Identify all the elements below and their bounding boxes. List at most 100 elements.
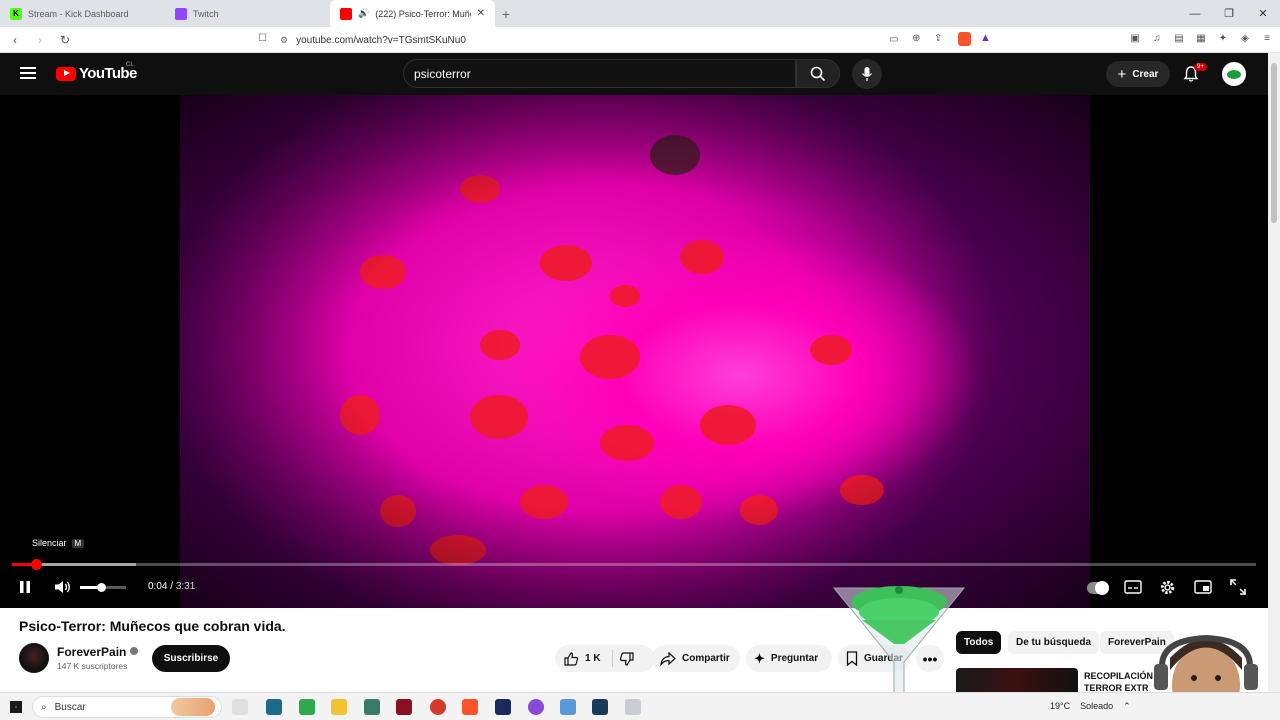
youtube-logo[interactable]: YouTube CL — [56, 62, 137, 82]
ask-button[interactable]: ✦ Preguntar — [746, 645, 832, 672]
fullscreen-button[interactable] — [1230, 577, 1246, 597]
tab-title: Twitch — [193, 8, 219, 19]
share-button[interactable]: Compartir — [652, 645, 740, 672]
windows-taskbar: ⌕ Buscar 19°C Soleado ⌃ — [0, 692, 1280, 720]
ask-label: Preguntar — [770, 653, 819, 664]
subtitles-button[interactable] — [1124, 577, 1142, 597]
tab-youtube-video[interactable]: 🔊 (222) Psico-Terror: Muñecos c ✕ — [330, 0, 495, 27]
volume-slider[interactable] — [96, 583, 106, 592]
youtube-header: YouTube CL psicoterror + Crear 9+ — [0, 53, 1268, 95]
url-text: youtube.com/watch?v=TGsmtSKuNu0 — [296, 34, 466, 46]
like-button[interactable]: 1 K — [555, 650, 613, 667]
minimize-icon[interactable]: — — [1178, 0, 1212, 27]
dislike-button[interactable] — [613, 651, 635, 667]
vpn-icon[interactable]: ◈ — [1238, 31, 1252, 45]
photoshop-icon[interactable] — [495, 699, 511, 715]
plus-icon: + — [1117, 65, 1127, 83]
back-icon[interactable]: ‹ — [5, 33, 25, 47]
scrollbar-thumb[interactable] — [1271, 63, 1277, 223]
bookmark-icon[interactable]: ☐ — [258, 33, 267, 44]
address-bar-row: ‹ › ↻ ☐ ⚙ youtube.com/watch?v=TGsmtSKuNu… — [0, 27, 1280, 53]
brave-rewards-icon[interactable]: ▲ — [980, 32, 991, 44]
taskbar-search[interactable]: ⌕ Buscar — [32, 696, 222, 718]
channel-name-row[interactable]: ForeverPain — [57, 645, 139, 659]
brave-shield-icon[interactable] — [958, 32, 971, 46]
brave-browser-icon[interactable] — [462, 699, 478, 715]
tab-title: Stream - Kick Dashboard — [28, 8, 129, 19]
search-button[interactable] — [796, 59, 840, 88]
obs-icon[interactable] — [528, 699, 544, 715]
menu-icon[interactable]: ≡ — [1260, 31, 1274, 45]
miniplayer-button[interactable] — [1194, 577, 1212, 597]
autoplay-toggle[interactable] — [1087, 581, 1109, 595]
tooltip-shortcut: M — [71, 538, 85, 548]
app-red-icon[interactable] — [396, 699, 412, 715]
windows-start-icon[interactable] — [10, 701, 22, 713]
mute-button[interactable] — [54, 577, 72, 597]
related-video-thumbnail[interactable] — [956, 668, 1078, 692]
app-gray-icon[interactable] — [625, 699, 641, 715]
app-blue-icon[interactable] — [560, 699, 576, 715]
close-window-icon[interactable]: ✕ — [1246, 0, 1280, 27]
chip-from-search[interactable]: De tu búsqueda — [1008, 631, 1100, 654]
duration: 3:31 — [175, 581, 196, 592]
subscribe-button[interactable]: Suscribirse — [152, 645, 230, 672]
app-v-icon[interactable] — [266, 699, 282, 715]
search-icon: ⌕ — [41, 701, 47, 713]
steam-icon[interactable] — [592, 699, 608, 715]
search-input[interactable]: psicoterror — [403, 59, 796, 88]
url-field[interactable]: ⚙ youtube.com/watch?v=TGsmtSKuNu0 — [280, 30, 1010, 50]
music-icon[interactable]: ♫ — [1150, 31, 1164, 45]
like-dislike-group: 1 K — [555, 645, 655, 672]
restore-icon[interactable]: ❐ — [1212, 0, 1246, 27]
video-frame — [180, 95, 1090, 608]
site-settings-icon[interactable]: ⚙ — [280, 35, 288, 46]
forward-icon[interactable]: › — [30, 33, 50, 47]
progress-bar[interactable] — [12, 559, 1256, 570]
share-label: Compartir — [682, 653, 730, 664]
weather-widget[interactable]: 19°C Soleado ⌃ — [1050, 701, 1131, 712]
new-tab-button[interactable]: + — [495, 0, 517, 27]
tab-twitch[interactable]: Twitch — [165, 0, 330, 27]
wallet-icon[interactable]: ▦ — [1194, 31, 1208, 45]
app-circle-icon[interactable] — [430, 699, 446, 715]
channel-avatar[interactable] — [19, 643, 49, 673]
search-highlight-icon — [171, 698, 215, 716]
reload-icon[interactable]: ↻ — [55, 33, 75, 47]
video-player[interactable]: Silenciar M 0:04 / 3:31 — [0, 95, 1268, 608]
task-view-icon[interactable] — [232, 699, 248, 715]
fullscreen-icon — [1230, 579, 1246, 595]
file-explorer-icon[interactable] — [331, 699, 347, 715]
tabs-icon[interactable]: ▣ — [1128, 31, 1142, 45]
volume-icon — [55, 581, 70, 593]
search-icon — [810, 66, 826, 81]
cast-icon[interactable]: ▭ — [889, 34, 898, 45]
mute-tooltip: Silenciar M — [32, 538, 85, 548]
channel-name: ForeverPain — [57, 645, 127, 659]
create-button[interactable]: + Crear — [1106, 61, 1170, 87]
voice-search-button[interactable] — [852, 59, 882, 89]
pause-button[interactable] — [18, 577, 32, 597]
thumbs-down-icon — [619, 651, 634, 666]
app-green-icon[interactable] — [299, 699, 315, 715]
youtube-icon — [340, 7, 352, 20]
share-icon — [660, 651, 676, 666]
app-teal-icon[interactable] — [364, 699, 380, 715]
share-page-icon[interactable]: ⇪ — [934, 33, 942, 44]
menu-icon[interactable] — [20, 67, 36, 79]
chevron-up-icon[interactable]: ⌃ — [1123, 701, 1131, 712]
leo-icon[interactable]: ✦ — [1216, 31, 1230, 45]
speaker-icon[interactable]: 🔊 — [358, 8, 369, 19]
page-scrollbar[interactable] — [1268, 53, 1280, 692]
verified-icon — [130, 647, 139, 655]
close-tab-icon[interactable]: ✕ — [477, 8, 485, 19]
progress-scrubber[interactable] — [30, 559, 42, 570]
weather-condition: Soleado — [1080, 701, 1114, 711]
settings-button[interactable] — [1159, 577, 1176, 597]
time-separator: / — [167, 581, 176, 592]
account-avatar[interactable] — [1222, 62, 1246, 86]
zoom-icon[interactable]: ⊕ — [912, 33, 920, 44]
sidebar-icon[interactable]: ▤ — [1172, 31, 1186, 45]
subscriber-count: 147 K suscriptores — [57, 661, 128, 671]
tab-kick-dashboard[interactable]: K Stream - Kick Dashboard — [0, 0, 165, 27]
